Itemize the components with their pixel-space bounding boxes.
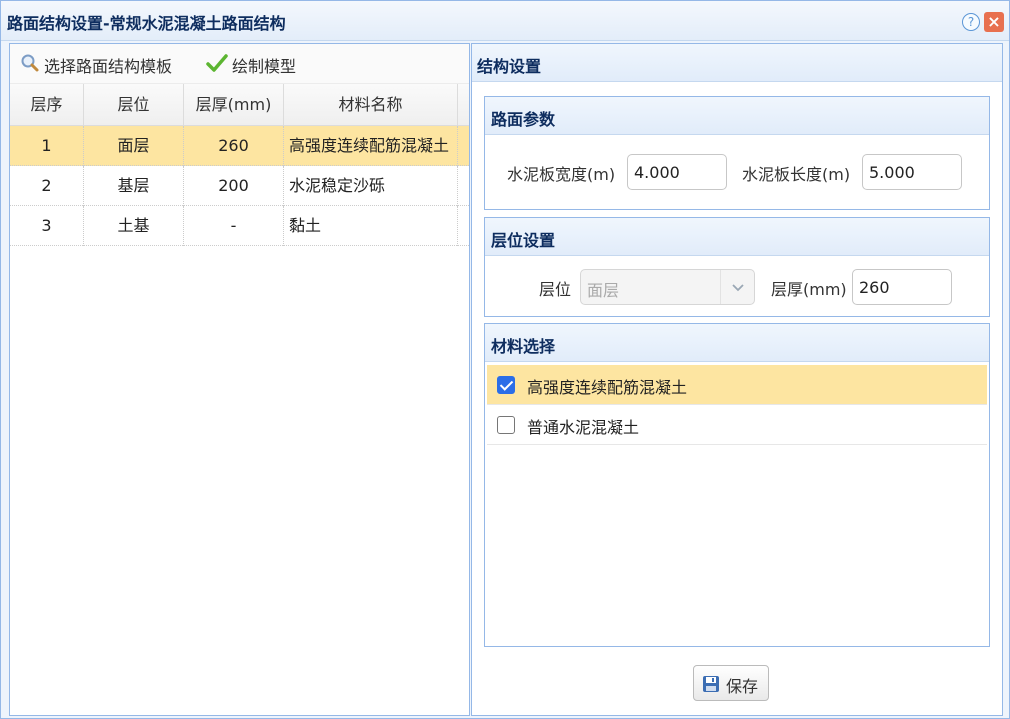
title-bar: 路面结构设置-常规水泥混凝土路面结构 ? × bbox=[1, 1, 1009, 41]
layer-settings-group: 层位设置 层位 面层 层厚(mm) bbox=[484, 217, 990, 317]
table-row[interactable]: 3 土基 - 黏土 bbox=[10, 206, 469, 246]
layer-position-select[interactable]: 面层 bbox=[580, 269, 755, 305]
cell-material: 水泥稳定沙砾 bbox=[284, 166, 458, 206]
cell-thickness: - bbox=[184, 206, 284, 246]
material-option-label: 高强度连续配筋混凝土 bbox=[527, 378, 688, 397]
slab-length-label: 水泥板长度(m) bbox=[742, 165, 851, 184]
material-select-title: 材料选择 bbox=[491, 337, 556, 356]
structure-settings-panel: 结构设置 路面参数 水泥板宽度(m) 水泥板长度(m) 层位设置 层位 面层 bbox=[471, 43, 1003, 716]
table-row[interactable]: 1 面层 260 高强度连续配筋混凝土 bbox=[10, 126, 469, 166]
cell-position: 基层 bbox=[84, 166, 184, 206]
close-icon[interactable]: × bbox=[984, 12, 1004, 32]
help-icon[interactable]: ? bbox=[962, 13, 980, 31]
cell-material: 黏土 bbox=[284, 206, 458, 246]
cell-material: 高强度连续配筋混凝土 bbox=[284, 126, 458, 166]
chevron-down-icon[interactable] bbox=[720, 270, 754, 304]
cell-seq: 1 bbox=[10, 126, 84, 166]
column-header-thickness[interactable]: 层厚(mm) bbox=[184, 84, 284, 126]
layer-position-value: 面层 bbox=[587, 281, 620, 300]
cell-seq: 3 bbox=[10, 206, 84, 246]
structure-list-panel: 选择路面结构模板 绘制模型 层序 层位 层厚(mm) 材料名称 1 面层 260… bbox=[9, 43, 470, 716]
material-option-label: 普通水泥混凝土 bbox=[527, 418, 640, 437]
material-select-header: 材料选择 bbox=[485, 324, 989, 362]
table-row[interactable]: 2 基层 200 水泥稳定沙砾 bbox=[10, 166, 469, 206]
grid-header: 层序 层位 层厚(mm) 材料名称 bbox=[10, 84, 469, 126]
structure-settings-header: 结构设置 bbox=[472, 44, 1002, 82]
dialog-window: 路面结构设置-常规水泥混凝土路面结构 ? × 选择路面结构模板 绘制模型 层序 … bbox=[0, 0, 1010, 719]
slab-width-input[interactable] bbox=[627, 154, 727, 190]
cell-seq: 2 bbox=[10, 166, 84, 206]
window-title: 路面结构设置-常规水泥混凝土路面结构 bbox=[7, 14, 286, 33]
material-select-group: 材料选择 高强度连续配筋混凝土 普通水泥混凝土 bbox=[484, 323, 990, 647]
layer-settings-header: 层位设置 bbox=[485, 218, 989, 256]
select-template-label: 选择路面结构模板 bbox=[44, 57, 173, 76]
save-button[interactable]: 保存 bbox=[693, 665, 769, 701]
layer-thickness-label: 层厚(mm) bbox=[771, 280, 847, 299]
floppy-disk-icon bbox=[702, 675, 720, 697]
cell-position: 土基 bbox=[84, 206, 184, 246]
road-params-title: 路面参数 bbox=[491, 110, 556, 129]
checkmark-icon bbox=[206, 53, 228, 77]
draw-model-button[interactable]: 绘制模型 bbox=[206, 53, 297, 77]
material-checkbox[interactable] bbox=[497, 416, 515, 434]
search-icon bbox=[20, 53, 40, 77]
layer-settings-title: 层位设置 bbox=[491, 231, 556, 250]
cell-thickness: 260 bbox=[184, 126, 284, 166]
structure-settings-title: 结构设置 bbox=[477, 57, 542, 76]
slab-width-label: 水泥板宽度(m) bbox=[507, 165, 616, 184]
cell-thickness: 200 bbox=[184, 166, 284, 206]
draw-model-label: 绘制模型 bbox=[232, 57, 297, 76]
column-header-position[interactable]: 层位 bbox=[84, 84, 184, 126]
column-header-material[interactable]: 材料名称 bbox=[284, 84, 458, 126]
toolbar: 选择路面结构模板 绘制模型 bbox=[10, 44, 469, 84]
material-option[interactable]: 高强度连续配筋混凝土 bbox=[487, 365, 987, 405]
layer-thickness-input[interactable] bbox=[852, 269, 952, 305]
material-checkbox[interactable] bbox=[497, 376, 515, 394]
select-template-button[interactable]: 选择路面结构模板 bbox=[20, 53, 173, 77]
cell-position: 面层 bbox=[84, 126, 184, 166]
road-params-header: 路面参数 bbox=[485, 97, 989, 135]
material-option[interactable]: 普通水泥混凝土 bbox=[487, 405, 987, 445]
road-params-group: 路面参数 水泥板宽度(m) 水泥板长度(m) bbox=[484, 96, 990, 210]
slab-length-input[interactable] bbox=[862, 154, 962, 190]
column-header-seq[interactable]: 层序 bbox=[10, 84, 84, 126]
save-label: 保存 bbox=[726, 677, 759, 696]
layer-position-label: 层位 bbox=[539, 280, 572, 299]
